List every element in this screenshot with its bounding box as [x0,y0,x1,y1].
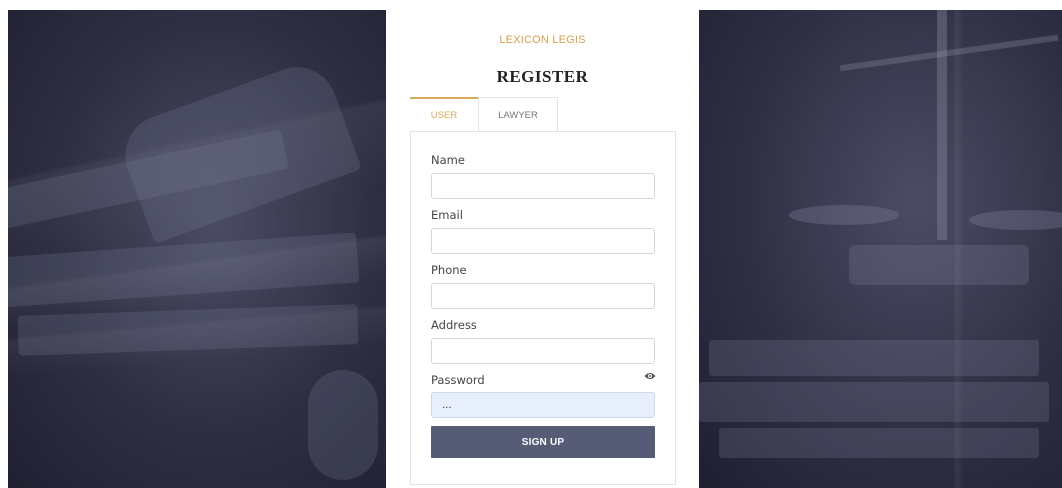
email-input[interactable] [431,228,655,254]
eye-icon[interactable] [644,371,656,381]
sign-up-button[interactable]: SIGN UP [431,426,655,458]
address-label: Address [431,318,477,332]
tab-lawyer[interactable]: LAWYER [478,97,558,131]
tab-user[interactable]: USER [410,97,478,131]
name-input[interactable] [431,173,655,199]
phone-label: Phone [431,263,467,277]
register-tabs: USER LAWYER [410,97,558,132]
background-photo-scales [699,10,1062,488]
page-title: REGISTER [496,67,589,86]
email-label: Email [431,208,463,222]
phone-input[interactable] [431,283,655,309]
password-input[interactable] [431,392,655,418]
brand-name: LEXICON LEGIS [499,34,586,46]
name-label: Name [431,153,465,167]
password-label: Password [431,373,485,387]
address-input[interactable] [431,338,655,364]
background-photo-books [8,10,386,488]
